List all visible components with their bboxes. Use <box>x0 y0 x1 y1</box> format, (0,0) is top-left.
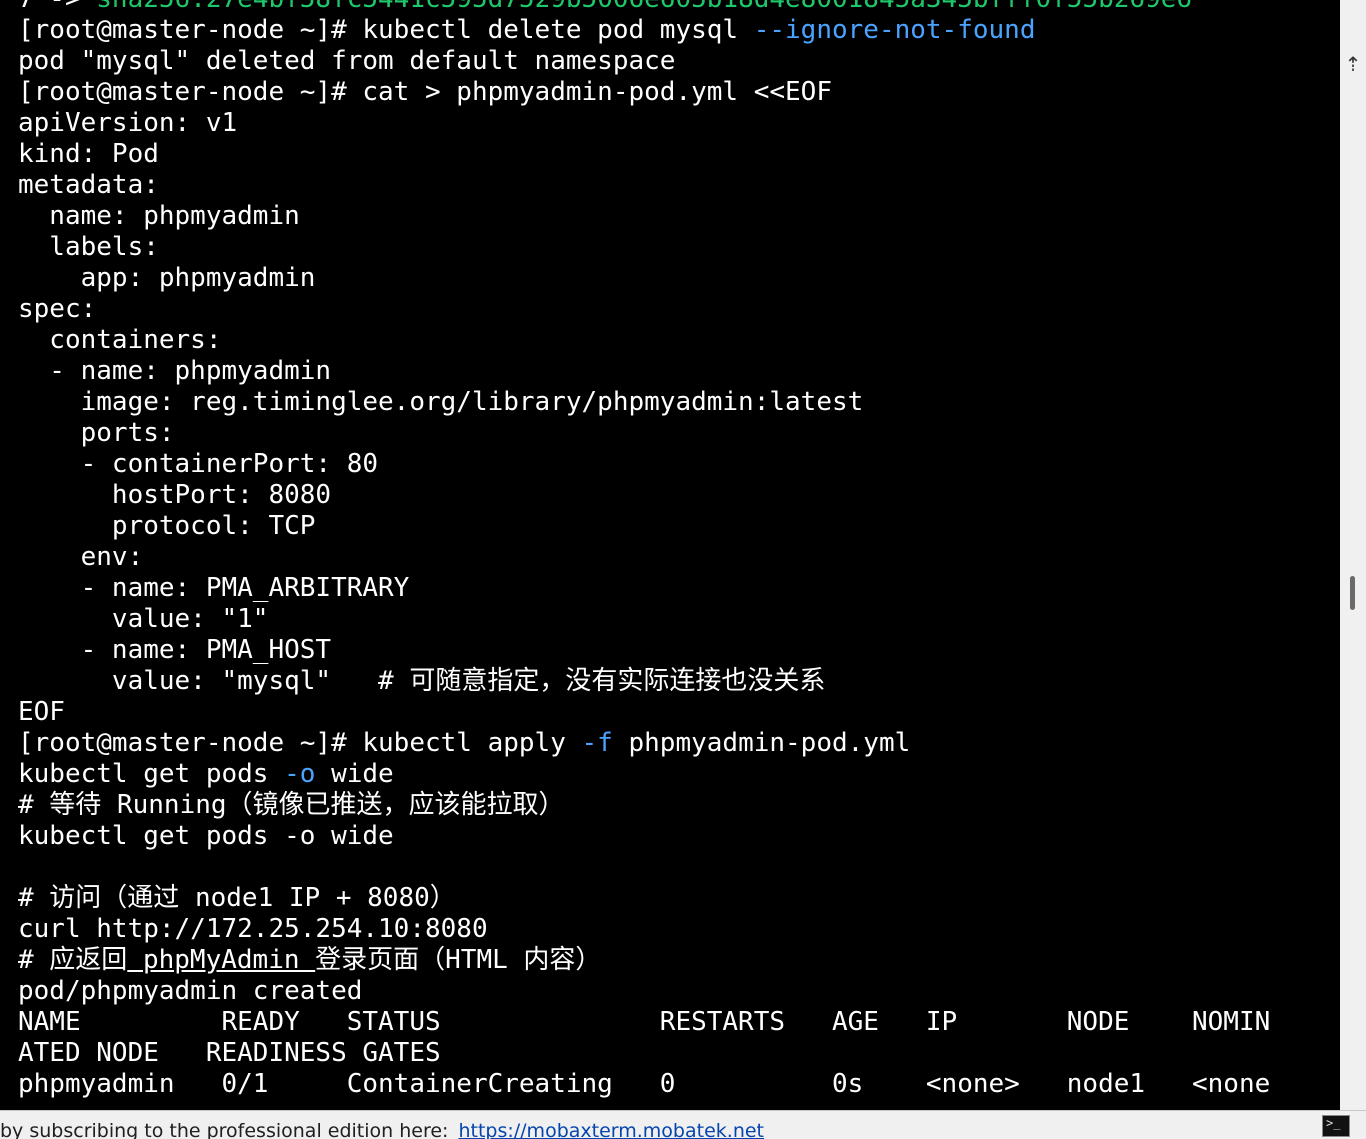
terminal-line: - containerPort: 80 <box>18 449 1270 480</box>
terminal-text: ports: <box>18 418 175 448</box>
status-bar-text: by subscribing to the professional editi… <box>0 1120 449 1139</box>
terminal-line: curl http://172.25.254.10:8080 <box>18 914 1270 945</box>
terminal-line: 7 -> sha256:27e4bf58fc5441c595d7529b5006… <box>18 0 1270 15</box>
terminal-text: - name: PMA_HOST <box>18 635 332 665</box>
terminal-text: pod/phpmyadmin created <box>18 976 363 1006</box>
terminal-text: hostPort: 8080 <box>18 480 332 510</box>
terminal-line: # 应返回 phpMyAdmin 登录页面（HTML 内容） <box>18 945 1270 976</box>
terminal-line: phpmyadmin 0/1 ContainerCreating 0 0s <n… <box>18 1069 1270 1100</box>
terminal-icon[interactable]: >_ <box>1322 1115 1350 1137</box>
terminal-line: # 访问（通过 node1 IP + 8080） <box>18 883 1270 914</box>
terminal-line: [root@master-node ~]# kubectl delete pod… <box>18 15 1270 46</box>
terminal-text: # 访问（通过 node1 IP + 8080） <box>18 883 456 913</box>
terminal-line: EOF <box>18 697 1270 728</box>
terminal-text: env: <box>18 542 144 572</box>
terminal-text: sha256:27e4bf58fc5441c595d7529b5006e605b… <box>96 0 1192 14</box>
terminal-line: - name: PMA_ARBITRARY <box>18 573 1270 604</box>
terminal-text: [root@master-node ~]# kubectl apply <box>18 728 582 758</box>
terminal-text: kind: Pod <box>18 139 159 169</box>
status-bar: by subscribing to the professional editi… <box>0 1110 1366 1139</box>
terminal-text: spec: <box>18 294 97 324</box>
scroll-up-arrow-icon[interactable]: ⇡ <box>1340 44 1366 84</box>
terminal-text: - containerPort: 80 <box>18 449 379 479</box>
terminal-line: kubectl get pods -o wide <box>18 759 1270 790</box>
terminal-line: name: phpmyadmin <box>18 201 1270 232</box>
terminal-line: pod "mysql" deleted from default namespa… <box>18 46 1270 77</box>
terminal-line: app: phpmyadmin <box>18 263 1270 294</box>
terminal-line: ATED NODE READINESS GATES <box>18 1038 1270 1069</box>
terminal-line: [root@master-node ~]# cat > phpmyadmin-p… <box>18 77 1270 108</box>
terminal-line: ports: <box>18 418 1270 449</box>
terminal-text: # 应返回 <box>18 945 128 975</box>
terminal-text: [root@master-node ~]# cat > phpmyadmin-p… <box>18 77 832 107</box>
terminal-line: NAME READY STATUS RESTARTS AGE IP NODE N… <box>18 1007 1270 1038</box>
terminal-text: - name: phpmyadmin <box>18 356 332 386</box>
terminal-text: 7 -> <box>18 0 96 14</box>
terminal-text: curl http://172.25.254.10:8080 <box>18 914 488 944</box>
terminal-text: value: "1" <box>18 604 269 634</box>
terminal-text: pod "mysql" deleted from default namespa… <box>18 46 676 76</box>
terminal-line: kubectl get pods -o wide <box>18 821 1270 852</box>
terminal-text: -o <box>284 759 316 789</box>
terminal-text: --ignore-not-found <box>753 15 1036 45</box>
terminal-line: pod/phpmyadmin created <box>18 976 1270 1007</box>
terminal-line: value: "1" <box>18 604 1270 635</box>
terminal-text: protocol: TCP <box>18 511 316 541</box>
terminal-text: 登录页面（HTML 内容） <box>315 945 602 975</box>
terminal-text: metadata: <box>18 170 159 200</box>
terminal-text: -f <box>581 728 613 758</box>
terminal-text: - name: PMA_ARBITRARY <box>18 573 410 603</box>
terminal-line: kind: Pod <box>18 139 1270 170</box>
terminal-text: [root@master-node ~]# kubectl delete pod… <box>18 15 754 45</box>
terminal-line: # 等待 Running（镜像已推送，应该能拉取） <box>18 790 1270 821</box>
terminal-text: value: "mysql" # 可随意指定，没有实际连接也没关系 <box>18 666 826 696</box>
scrollbar-thumb[interactable] <box>1350 576 1355 610</box>
terminal-line: image: reg.timinglee.org/library/phpmyad… <box>18 387 1270 418</box>
terminal-line: [root@master-node ~]# kubectl apply -f p… <box>18 728 1270 759</box>
terminal-text: phpmyadmin 0/1 ContainerCreating 0 0s <n… <box>18 1069 1271 1099</box>
terminal-lines: 7 -> sha256:27e4bf58fc5441c595d7529b5006… <box>18 0 1270 1100</box>
mobaxterm-link[interactable]: https://mobaxterm.mobatek.net <box>458 1120 764 1139</box>
terminal-text: ATED NODE READINESS GATES <box>18 1038 441 1068</box>
terminal-line: env: <box>18 542 1270 573</box>
terminal-line: metadata: <box>18 170 1270 201</box>
terminal-text: kubectl get pods <box>18 759 285 789</box>
terminal-text: phpmyadmin-pod.yml <box>612 728 911 758</box>
terminal-text: kubectl get pods -o wide <box>18 821 394 851</box>
terminal-line: hostPort: 8080 <box>18 480 1270 511</box>
terminal-text: wide <box>315 759 394 789</box>
terminal-text: labels: <box>18 232 159 262</box>
terminal-line: - name: phpmyadmin <box>18 356 1270 387</box>
terminal-line: apiVersion: v1 <box>18 108 1270 139</box>
terminal-output[interactable]: 7 -> sha256:27e4bf58fc5441c595d7529b5006… <box>0 0 1340 1110</box>
terminal-text: image: reg.timinglee.org/library/phpmyad… <box>18 387 864 417</box>
terminal-text: app: phpmyadmin <box>18 263 316 293</box>
vertical-scrollbar[interactable]: ⇡ <box>1340 0 1366 1110</box>
terminal-text: containers: <box>18 325 222 355</box>
terminal-text: name: phpmyadmin <box>18 201 300 231</box>
terminal-text: apiVersion: v1 <box>18 108 238 138</box>
terminal-line: protocol: TCP <box>18 511 1270 542</box>
terminal-line: spec: <box>18 294 1270 325</box>
terminal-line: labels: <box>18 232 1270 263</box>
terminal-line: containers: <box>18 325 1270 356</box>
terminal-line: - name: PMA_HOST <box>18 635 1270 666</box>
terminal-text: phpMyAdmin <box>127 945 316 975</box>
terminal-text: EOF <box>18 697 65 727</box>
terminal-text: NAME READY STATUS RESTARTS AGE IP NODE N… <box>18 1007 1271 1037</box>
terminal-text: # 等待 Running（镜像已推送，应该能拉取） <box>18 790 565 820</box>
terminal-line: value: "mysql" # 可随意指定，没有实际连接也没关系 <box>18 666 1270 697</box>
